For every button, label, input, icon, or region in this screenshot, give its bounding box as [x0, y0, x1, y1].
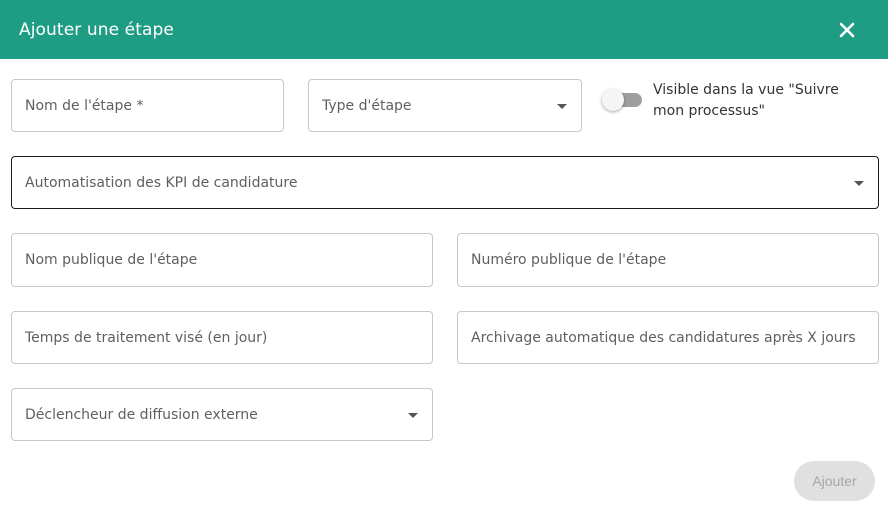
visibility-toggle-thumb[interactable]	[602, 89, 624, 111]
public-name-placeholder: Nom publique de l'étape	[25, 252, 198, 268]
step-name-placeholder: Nom de l'étape *	[25, 97, 144, 114]
add-button[interactable]: Ajouter	[794, 461, 875, 501]
dialog-title: Ajouter une étape	[19, 19, 174, 40]
chevron-down-icon	[557, 103, 567, 109]
public-name-input[interactable]: Nom publique de l'étape	[11, 233, 433, 287]
public-number-placeholder: Numéro publique de l'étape	[471, 252, 667, 268]
processing-time-placeholder: Temps de traitement visé (en jour)	[25, 329, 268, 346]
kpi-automation-placeholder: Automatisation des KPI de candidature	[25, 174, 298, 191]
step-type-placeholder: Type d'étape	[322, 97, 412, 114]
step-type-select[interactable]: Type d'étape	[308, 79, 582, 132]
close-icon	[839, 22, 855, 37]
chevron-down-icon	[408, 412, 418, 418]
chevron-down-icon	[854, 180, 864, 186]
processing-time-input[interactable]: Temps de traitement visé (en jour)	[11, 311, 433, 364]
external-trigger-select[interactable]: Déclencheur de diffusion externe	[11, 388, 433, 441]
auto-archive-placeholder: Archivage automatique des candidatures a…	[471, 329, 856, 346]
public-number-input[interactable]: Numéro publique de l'étape	[457, 233, 879, 287]
auto-archive-input[interactable]: Archivage automatique des candidatures a…	[457, 311, 879, 364]
dialog-header: Ajouter une étape	[0, 0, 888, 59]
visibility-toggle-label: Visible dans la vue "Suivre mon processu…	[653, 82, 839, 119]
close-button[interactable]	[836, 19, 858, 41]
step-name-input[interactable]: Nom de l'étape *	[11, 79, 284, 132]
kpi-automation-select[interactable]: Automatisation des KPI de candidature	[11, 156, 879, 209]
external-trigger-placeholder: Déclencheur de diffusion externe	[25, 406, 258, 423]
